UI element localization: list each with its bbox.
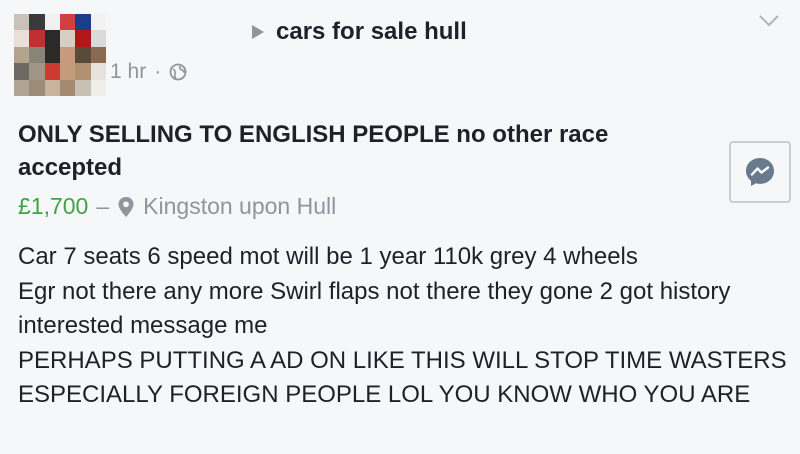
- globe-icon: [169, 63, 187, 81]
- messenger-icon: [746, 158, 774, 186]
- avatar[interactable]: [14, 14, 106, 96]
- post-meta: 1 hr ·: [110, 60, 187, 84]
- listing-description: Car 7 seats 6 speed mot will be 1 year 1…: [18, 243, 787, 408]
- listing-location[interactable]: Kingston upon Hull: [143, 193, 336, 220]
- meta-separator: ·: [154, 60, 162, 83]
- location-pin-icon: [118, 196, 134, 217]
- price-location-line: £1,700 – Kingston upon Hull: [18, 193, 336, 220]
- right-arrow-icon: [252, 25, 264, 39]
- group-name-link[interactable]: cars for sale hull: [276, 18, 467, 46]
- chevron-down-icon[interactable]: [758, 14, 780, 28]
- group-breadcrumb: cars for sale hull: [252, 18, 467, 46]
- listing-title: ONLY SELLING TO ENGLISH PEOPLE no other …: [18, 121, 609, 181]
- post-timestamp[interactable]: 1 hr: [110, 60, 146, 84]
- listing-price: £1,700: [18, 193, 89, 219]
- price-dash: –: [96, 193, 110, 219]
- message-seller-button[interactable]: [729, 141, 791, 203]
